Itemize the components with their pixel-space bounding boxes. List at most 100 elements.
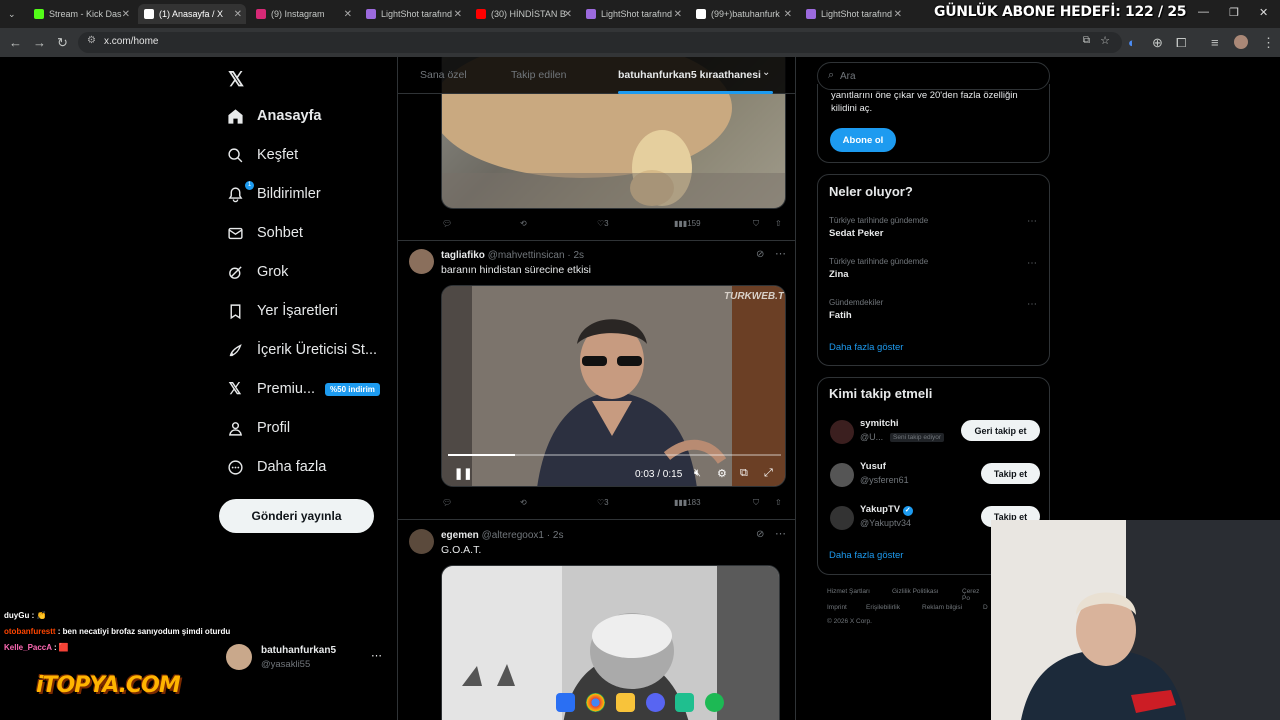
tweet-time[interactable]: 2s — [573, 250, 584, 261]
more-icon[interactable]: ⋯ — [775, 527, 786, 540]
footer-link[interactable]: Çerez Po — [962, 588, 987, 602]
like-button[interactable]: ♡ 3 — [597, 498, 609, 507]
bookmark-icon[interactable]: ⛉ — [753, 219, 759, 229]
tab-instagram[interactable]: (9) Instagram ✕ — [250, 4, 356, 24]
suggested-user-name[interactable]: symitchi — [860, 418, 899, 429]
back-icon[interactable]: ← — [9, 35, 22, 50]
retweet-icon[interactable]: ⟲ — [520, 498, 527, 507]
close-window-icon[interactable]: ✕ — [1259, 6, 1268, 19]
share-icon[interactable]: ⇧ — [775, 498, 782, 507]
close-icon[interactable]: ✕ — [344, 9, 352, 20]
x-logo-icon[interactable]: 𝕏 — [228, 67, 244, 92]
nav-grok[interactable]: Grok — [226, 263, 288, 281]
chrome-icon[interactable] — [586, 693, 605, 712]
profile-avatar[interactable] — [1234, 35, 1248, 49]
spotify-icon[interactable] — [705, 693, 724, 712]
author-handle[interactable]: @alteregoox1 — [482, 530, 544, 541]
nav-creator-studio[interactable]: İçerik Üreticisi St... — [226, 341, 377, 359]
fullscreen-icon[interactable]: ⤢ — [764, 467, 773, 480]
tab-lightshot-2[interactable]: LightShot tarafınd ✕ — [580, 4, 686, 24]
share-icon[interactable]: ⇧ — [775, 219, 782, 228]
bookmark-icon[interactable]: ⛉ — [753, 498, 759, 508]
nav-explore[interactable]: Keşfet — [226, 146, 298, 164]
tab-following[interactable]: Takip edilen — [511, 69, 566, 81]
retweet-icon[interactable]: ⟲ — [520, 219, 527, 228]
pause-icon[interactable]: ❚❚ — [454, 467, 472, 480]
grok-icon[interactable]: ⊘ — [756, 529, 764, 540]
site-info-icon[interactable]: ⚙ — [87, 35, 96, 46]
tab-tiktok[interactable]: (99+)batuhanfurk ✕ — [690, 4, 796, 24]
like-button[interactable]: ♡ 3 — [597, 219, 609, 228]
post-button[interactable]: Gönderi yayınla — [219, 499, 374, 533]
close-icon[interactable]: ✕ — [784, 9, 792, 20]
tab-lightshot-3[interactable]: LightShot tarafınd ✕ — [800, 4, 906, 24]
picture-in-picture-icon[interactable]: ⧉ — [740, 467, 748, 480]
follow-back-button[interactable]: Geri takip et — [961, 420, 1040, 441]
nav-bookmarks[interactable]: Yer İşaretleri — [226, 302, 338, 320]
tab-kick[interactable]: Stream - Kick Das ✕ — [28, 4, 134, 24]
close-icon[interactable]: ✕ — [894, 9, 902, 20]
tab-community[interactable]: batuhanfurkan5 kıraathanesi — [618, 69, 761, 81]
file-explorer-icon[interactable] — [616, 693, 635, 712]
close-icon[interactable]: ✕ — [564, 9, 572, 20]
tweet-image[interactable] — [441, 565, 780, 720]
video-player[interactable]: TURKWEB.TV ❚❚ 0:03 / 0:15 🔇︎ ⚙ ⧉ ⤢ — [441, 285, 786, 487]
tab-x-home[interactable]: (1) Anasayfa / X ✕ — [138, 4, 246, 24]
media-control-icon[interactable]: ≡ — [1211, 35, 1219, 50]
footer-link[interactable]: Imprint — [827, 604, 847, 611]
nav-messages[interactable]: Sohbet — [226, 224, 303, 242]
forward-icon[interactable]: → — [33, 35, 46, 50]
menu-icon[interactable]: ⋮ — [1262, 35, 1275, 51]
settings-icon[interactable]: ⚙ — [717, 467, 727, 480]
author-handle[interactable]: @mahvettinsican — [488, 250, 565, 261]
account-switcher[interactable]: batuhanfurkan5 @yasakli55 ⋯ — [226, 644, 388, 676]
reload-icon[interactable]: ↻ — [57, 35, 68, 51]
avatar[interactable] — [830, 506, 854, 530]
trend-item[interactable]: Fatih — [829, 310, 852, 321]
chevron-down-icon[interactable]: ⌄ — [762, 67, 770, 78]
mute-icon[interactable]: 🔇︎ — [694, 467, 701, 480]
show-more-link[interactable]: Daha fazla göster — [829, 550, 903, 561]
tab-search-button[interactable]: ⌄ — [2, 4, 24, 24]
author-name[interactable]: egemen — [441, 530, 479, 541]
suggested-user-name[interactable]: Yusuf — [860, 461, 886, 472]
discord-icon[interactable] — [646, 693, 665, 712]
more-icon[interactable]: ⋯ — [775, 247, 786, 260]
maximize-icon[interactable]: ❐ — [1229, 6, 1239, 19]
tab-lightshot-1[interactable]: LightShot tarafınd ✕ — [360, 4, 466, 24]
footer-link[interactable]: Gizlilik Politikası — [892, 588, 939, 595]
star-icon[interactable]: ☆ — [1100, 34, 1110, 47]
avatar[interactable] — [830, 463, 854, 487]
close-icon[interactable]: ✕ — [454, 9, 462, 20]
tweet-time[interactable]: 2s — [553, 530, 564, 541]
reply-icon[interactable]: 💬︎ — [442, 219, 452, 228]
nav-more[interactable]: Daha fazla — [226, 458, 326, 476]
url-field[interactable]: ⚙ x.com/home ⧉ ☆ — [78, 32, 1122, 53]
extension-icon[interactable]: ⊕ — [1152, 35, 1163, 51]
nav-home[interactable]: Anasayfa — [226, 107, 321, 125]
avatar[interactable] — [409, 249, 434, 274]
app-icon[interactable] — [675, 693, 694, 712]
nav-notifications[interactable]: 1 Bildirimler — [226, 181, 321, 203]
footer-link[interactable]: Reklam bilgisi — [922, 604, 962, 611]
more-icon[interactable]: ⋯ — [1027, 299, 1037, 310]
windows-start-icon[interactable] — [556, 693, 575, 712]
extension-audio-icon[interactable]: ◐ — [1128, 35, 1136, 50]
install-icon[interactable]: ⧉ — [1083, 35, 1090, 46]
close-icon[interactable]: ✕ — [122, 9, 130, 20]
avatar[interactable] — [409, 529, 434, 554]
nav-profile[interactable]: Profil — [226, 419, 290, 437]
tab-for-you[interactable]: Sana özel — [420, 69, 467, 81]
grok-icon[interactable]: ⊘ — [756, 249, 764, 260]
avatar[interactable] — [830, 420, 854, 444]
close-icon[interactable]: ✕ — [234, 9, 242, 20]
suggested-user-name[interactable]: YakupTV ✓ — [860, 504, 913, 516]
close-icon[interactable]: ✕ — [674, 9, 682, 20]
more-icon[interactable]: ⋯ — [1027, 258, 1037, 269]
trend-item[interactable]: Zina — [829, 269, 849, 280]
puzzle-icon[interactable]: ⧠ — [1176, 35, 1186, 51]
footer-link[interactable]: D — [983, 604, 988, 611]
author-name[interactable]: tagliafiko — [441, 250, 485, 261]
tab-youtube[interactable]: (30) HİNDİSTAN B ✕ — [470, 4, 576, 24]
trend-item[interactable]: Sedat Peker — [829, 228, 883, 239]
